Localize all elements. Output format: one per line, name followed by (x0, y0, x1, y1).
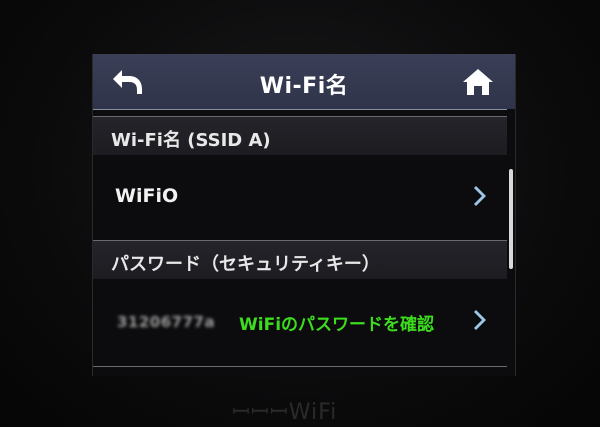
password-row[interactable]: 31206777a WiFiのパスワードを確認 (93, 279, 507, 363)
home-icon (463, 69, 493, 95)
section-title-ssid: Wi-Fi名 (SSID A) (111, 130, 271, 151)
header-bar: Wi-Fi名 (93, 54, 515, 110)
password-value-blurred: 31206777a (117, 313, 216, 331)
section-header-password: パスワード（セキュリティキー） (93, 240, 507, 280)
scrollbar[interactable] (507, 109, 515, 376)
device-screen: Wi-Fi名 Wi-Fi名 (SSID A) WiFiO パスワード（セキュリテ… (92, 54, 516, 376)
scrollbar-thumb[interactable] (509, 169, 513, 269)
ssid-row[interactable]: WiFiO (93, 155, 507, 239)
page-title: Wi-Fi名 (259, 74, 349, 99)
chevron-right-icon (474, 310, 486, 330)
divider (93, 366, 507, 367)
section-title-password: パスワード（セキュリティキー） (111, 254, 380, 275)
home-button[interactable] (461, 66, 495, 98)
section-header-ssid: Wi-Fi名 (SSID A) (93, 116, 507, 156)
device-brand-logo: ꟷꟷꟷWiFi (232, 400, 338, 425)
chevron-right-icon (474, 186, 486, 206)
password-confirm-note: WiFiのパスワードを確認 (239, 315, 435, 335)
ssid-value: WiFiO (115, 185, 179, 207)
